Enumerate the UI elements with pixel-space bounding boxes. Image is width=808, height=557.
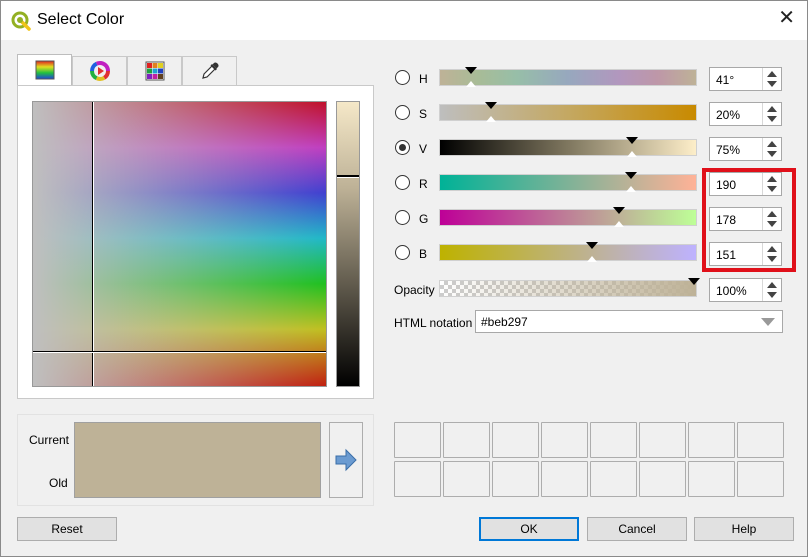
s-slider-handle[interactable] [485,102,498,109]
g-label: G [419,212,429,226]
help-button[interactable]: Help [694,517,794,541]
b-slider[interactable] [439,242,697,262]
ok-button[interactable]: OK [479,517,579,541]
close-button[interactable]: ✕ [778,8,795,28]
r-label: R [419,177,428,191]
s-label: S [419,107,428,121]
v-slider[interactable] [439,137,697,157]
custom-color-swatch[interactable] [443,422,490,458]
g-slider-handle[interactable] [612,207,625,214]
b-label: B [419,247,428,261]
tab-color-ramp[interactable] [17,54,72,85]
custom-color-swatch[interactable] [688,461,735,497]
h-slider-handle[interactable] [464,67,477,74]
custom-color-swatch[interactable] [492,461,539,497]
dialog-title: Select Color [37,11,125,28]
custom-color-swatch[interactable] [590,422,637,458]
select-color-dialog: Select Color ✕ H 41° S 20% V 75% R 190 G… [0,0,808,557]
custom-color-swatch[interactable] [541,461,588,497]
custom-color-swatch[interactable] [443,461,490,497]
arrow-right-icon [335,448,357,472]
h-radio[interactable] [395,70,410,85]
v-slider-handle[interactable] [626,137,638,144]
eyedropper-icon [201,62,219,79]
v-increment-icon[interactable] [767,141,777,147]
custom-color-swatch[interactable] [737,461,784,497]
title-bar: Select Color ✕ [1,1,807,40]
r-slider-handle[interactable] [624,172,637,179]
h-decrement-icon[interactable] [767,81,777,87]
opacity-increment-icon[interactable] [767,282,777,288]
h-slider[interactable] [439,67,697,87]
r-slider[interactable] [439,172,697,192]
opacity-decrement-icon[interactable] [767,292,777,298]
rgb-highlight-box [702,168,796,272]
area-crosshair-horizontal [33,351,326,352]
swatch-grid-icon [145,61,164,81]
g-radio[interactable] [395,210,410,225]
current-label: Current [29,433,70,447]
s-value: 20% [716,108,741,122]
s-increment-icon[interactable] [767,106,777,112]
chevron-down-icon[interactable] [761,318,775,326]
old-label: Old [49,476,68,490]
opacity-value: 100% [716,284,747,298]
v-value: 75% [716,143,741,157]
custom-color-swatch[interactable] [394,461,441,497]
g-slider[interactable] [439,207,697,227]
color-saturation-hue-area[interactable] [32,101,327,387]
color-wheel-icon [89,61,110,81]
custom-color-swatch[interactable] [639,461,686,497]
opacity-spinbox[interactable]: 100% [709,278,782,302]
s-spinbox[interactable]: 20% [709,102,782,126]
v-label: V [419,142,428,156]
b-slider-handle[interactable] [585,242,598,249]
reset-button[interactable]: Reset [17,517,117,541]
qgis-logo-icon [11,11,31,31]
value-ramp-marker [337,175,359,177]
html-notation-value: #beb297 [481,315,528,329]
s-decrement-icon[interactable] [767,116,777,122]
v-radio[interactable] [395,140,410,155]
h-spinbox[interactable]: 41° [709,67,782,91]
h-increment-icon[interactable] [767,71,777,77]
opacity-slider-handle[interactable] [688,278,700,285]
s-radio[interactable] [395,105,410,120]
r-radio[interactable] [395,175,410,190]
cancel-button[interactable]: Cancel [587,517,687,541]
html-notation-label: HTML notation [394,316,473,330]
custom-color-swatch[interactable] [590,461,637,497]
tab-color-picker[interactable] [182,56,237,85]
custom-color-swatch[interactable] [639,422,686,458]
custom-color-swatch[interactable] [394,422,441,458]
h-label: H [419,72,428,86]
apply-color-button[interactable] [329,422,363,498]
v-spinbox[interactable]: 75% [709,137,782,161]
opacity-slider[interactable] [439,278,700,297]
custom-color-swatch[interactable] [541,422,588,458]
value-ramp-slider[interactable] [336,101,360,387]
tab-swatch-grid[interactable] [127,56,182,85]
custom-color-swatch[interactable] [492,422,539,458]
b-radio[interactable] [395,245,410,260]
custom-color-swatch[interactable] [688,422,735,458]
area-crosshair-vertical [92,102,93,386]
html-notation-combobox[interactable]: #beb297 [475,310,783,333]
color-preview-swatch[interactable] [74,422,321,498]
tab-color-wheel[interactable] [72,56,127,85]
custom-color-swatch[interactable] [737,422,784,458]
v-decrement-icon[interactable] [767,151,777,157]
h-value: 41° [716,73,735,87]
s-slider[interactable] [439,102,697,122]
opacity-label: Opacity [394,283,435,297]
color-ramp-icon [35,60,54,80]
